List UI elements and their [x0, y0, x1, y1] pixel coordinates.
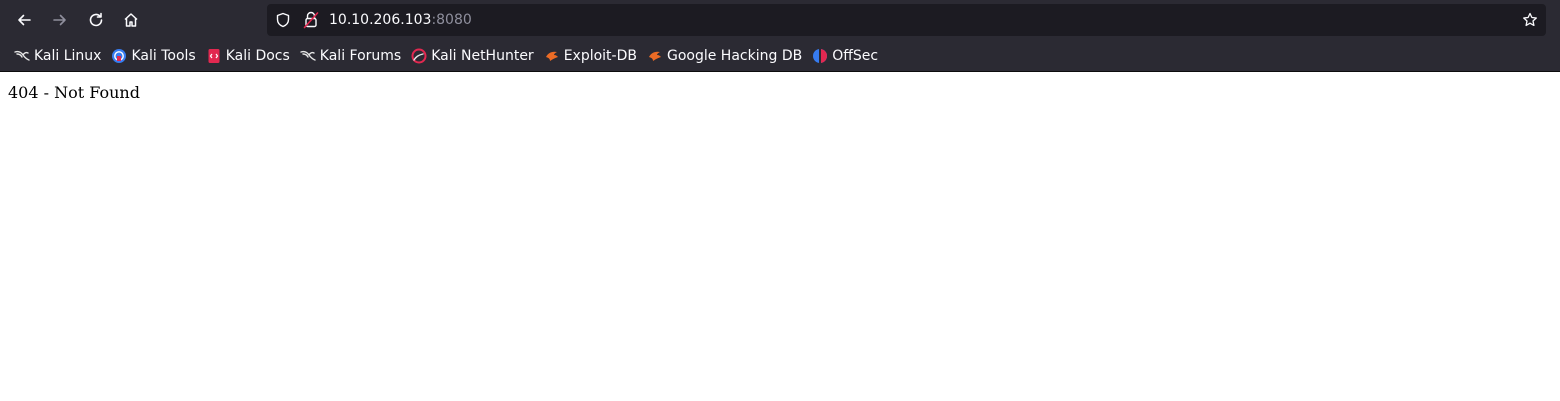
bookmark-google-hacking-db[interactable]: Google Hacking DB [643, 44, 806, 68]
nethunter-icon [411, 48, 427, 64]
bookmark-label: Kali Docs [225, 48, 290, 64]
navigation-toolbar: 10.10.206.103:8080 [0, 0, 1560, 40]
url-host: 10.10.206.103 [329, 12, 432, 28]
forward-button[interactable] [46, 6, 74, 34]
bookmark-kali-docs[interactable]: Kali Docs [202, 44, 294, 68]
home-button[interactable] [117, 6, 145, 34]
bookmark-label: Kali NetHunter [431, 48, 534, 64]
address-bar[interactable]: 10.10.206.103:8080 [267, 4, 1546, 36]
kali-dragon-icon [14, 48, 30, 64]
kali-tools-icon [111, 48, 127, 64]
bookmark-label: OffSec [832, 48, 879, 64]
bookmark-kali-nethunter[interactable]: Kali NetHunter [407, 44, 537, 68]
reload-button[interactable] [82, 6, 110, 34]
bookmark-offsec[interactable]: OffSec [808, 44, 882, 68]
url-port: :8080 [431, 12, 472, 28]
home-icon [124, 13, 138, 27]
page-content: 404 - Not Found [0, 72, 1560, 114]
tracking-protection-shield-icon[interactable] [275, 12, 291, 28]
reload-icon [89, 12, 103, 27]
browser-chrome: 10.10.206.103:8080 Kali Linux Kali Tools… [0, 0, 1560, 72]
bookmark-label: Kali Forums [319, 48, 402, 64]
error-message: 404 - Not Found [8, 83, 140, 102]
bookmark-kali-forums[interactable]: Kali Forums [296, 44, 405, 68]
bookmark-exploit-db[interactable]: Exploit-DB [540, 44, 641, 68]
back-arrow-icon [18, 14, 31, 26]
insecure-lock-icon[interactable] [303, 11, 319, 29]
back-button[interactable] [10, 6, 38, 34]
bookmark-label: Kali Linux [34, 48, 102, 64]
kali-dragon-icon [300, 48, 316, 64]
bookmark-kali-tools[interactable]: Kali Tools [107, 44, 199, 68]
bookmarks-toolbar: Kali Linux Kali Tools Kali Docs Kali For… [0, 40, 1560, 72]
offsec-icon [812, 48, 828, 64]
bookmark-star-icon[interactable] [1522, 12, 1538, 28]
exploitdb-icon [544, 48, 560, 64]
exploitdb-icon [647, 48, 663, 64]
bookmark-label: Google Hacking DB [666, 48, 803, 64]
bookmark-label: Exploit-DB [563, 48, 637, 64]
url-text[interactable]: 10.10.206.103:8080 [329, 11, 472, 29]
kali-docs-icon [206, 48, 222, 64]
bookmark-kali-linux[interactable]: Kali Linux [10, 44, 105, 68]
bookmark-label: Kali Tools [131, 48, 196, 64]
forward-arrow-icon [53, 14, 66, 26]
